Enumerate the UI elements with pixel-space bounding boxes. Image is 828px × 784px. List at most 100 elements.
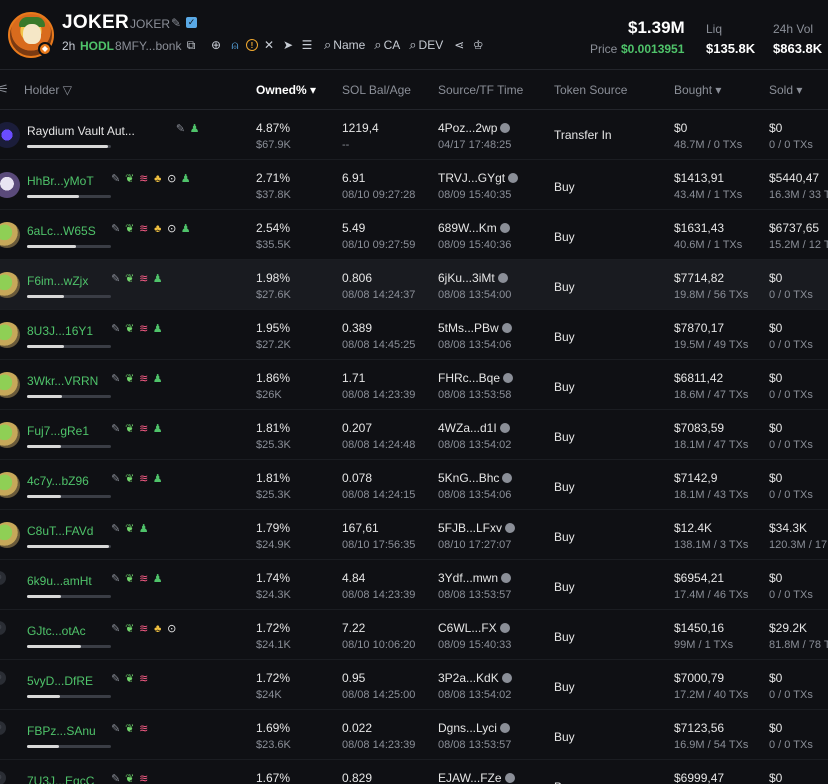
leaf-icon[interactable]: ❦ bbox=[124, 623, 135, 636]
funding-source[interactable]: 5tMs...PBw bbox=[438, 321, 512, 335]
edit-icon[interactable]: ✎ bbox=[171, 16, 181, 30]
edit-icon[interactable]: ✎ bbox=[175, 123, 186, 136]
holder-avatar[interactable] bbox=[0, 272, 20, 298]
funding-source-address[interactable]: 689W...Km bbox=[438, 221, 497, 235]
edit-icon[interactable]: ✎ bbox=[110, 473, 121, 486]
group-icon[interactable]: ♣ bbox=[152, 623, 163, 636]
copy-icon[interactable]: ⧉ bbox=[183, 37, 199, 53]
edit-icon[interactable]: ✎ bbox=[110, 573, 121, 586]
edit-icon[interactable]: ✎ bbox=[110, 373, 121, 386]
funding-source[interactable]: C6WL...FX bbox=[438, 621, 510, 635]
search-dev-button[interactable]: ⌕ DEV bbox=[409, 37, 443, 53]
col-sold[interactable]: Sold ▾ bbox=[769, 83, 802, 97]
person-icon[interactable]: ♟ bbox=[152, 473, 163, 486]
table-row[interactable]: 8U3J...16Y1 ✎ ❦ ≋ ♟ 1.95% $27.2K 0.389 08/08 14:… bbox=[0, 310, 828, 360]
stack-layers-icon[interactable]: ≋ bbox=[138, 723, 149, 736]
table-row[interactable]: ☺ 7U3J...EqcC ✎❦≋ 1.67% 0.829 EJAW...FZe Buy $6… bbox=[0, 760, 828, 784]
holder-address[interactable]: GJtc...otAc bbox=[27, 624, 86, 638]
stack-layers-icon[interactable]: ≋ bbox=[138, 223, 149, 236]
edit-icon[interactable]: ✎ bbox=[110, 773, 121, 784]
funding-source[interactable]: Dgns...Lyci bbox=[438, 721, 510, 735]
holder-address[interactable]: 8U3J...16Y1 bbox=[27, 324, 93, 338]
funding-source-address[interactable]: 5FJB...LFxv bbox=[438, 521, 502, 535]
person-icon[interactable]: ♟ bbox=[152, 323, 163, 336]
table-row[interactable]: ☺ GJtc...otAc ✎❦≋♣⊙ 1.72% $24.1K 7.22 08/10 10… bbox=[0, 610, 828, 660]
funding-source-address[interactable]: FHRc...Bqe bbox=[438, 371, 500, 385]
table-row[interactable]: C8uT...FAVd ✎ ❦ ♟ 1.79% $24.9K 167,61 08/10 17:… bbox=[0, 510, 828, 560]
funding-source[interactable]: 5FJB...LFxv bbox=[438, 521, 516, 535]
user-profile-icon[interactable]: ⍝ bbox=[227, 37, 243, 53]
person-icon[interactable]: ♟ bbox=[189, 123, 200, 136]
filter-icon[interactable]: ▽ bbox=[63, 83, 72, 97]
leaf-icon[interactable]: ❦ bbox=[124, 773, 135, 784]
leaf-icon[interactable]: ❦ bbox=[124, 223, 135, 236]
group-icon[interactable]: ♣ bbox=[152, 173, 163, 186]
leaf-icon[interactable]: ❦ bbox=[124, 723, 135, 736]
crown-icon[interactable]: ♔ bbox=[470, 37, 486, 53]
holder-address[interactable]: C8uT...FAVd bbox=[27, 524, 93, 538]
person-icon[interactable]: ♟ bbox=[180, 173, 191, 186]
stack-layers-icon[interactable]: ≋ bbox=[138, 773, 149, 784]
person-icon[interactable]: ♟ bbox=[180, 223, 191, 236]
table-row[interactable]: ☺ 5vyD...DfRE ✎❦≋ 1.72% $24K 0.95 08/08 14:25:… bbox=[0, 660, 828, 710]
target-icon[interactable]: ⊙ bbox=[166, 173, 177, 186]
holder-address[interactable]: 3Wkr...VRRN bbox=[27, 374, 98, 388]
funding-source-address[interactable]: 3Ydf...mwn bbox=[438, 571, 498, 585]
leaf-icon[interactable]: ❦ bbox=[124, 423, 135, 436]
table-row[interactable]: F6im...wZjx ✎ ❦ ≋ ♟ 1.98% $27.6K 0.806 08/08 14:… bbox=[0, 260, 828, 310]
person-icon[interactable]: ♟ bbox=[152, 273, 163, 286]
edit-icon[interactable]: ✎ bbox=[110, 723, 121, 736]
table-row[interactable]: Raydium Vault Aut... ✎ ♟ 4.87% $67.9K 1219,4 -… bbox=[0, 110, 828, 160]
stack-layers-icon[interactable]: ≋ bbox=[138, 673, 149, 686]
twitter-x-icon[interactable]: ✕ bbox=[261, 37, 277, 53]
col-owned[interactable]: Owned% ▾ bbox=[256, 83, 316, 97]
leaf-icon[interactable]: ❦ bbox=[124, 523, 135, 536]
person-icon[interactable]: ♟ bbox=[152, 373, 163, 386]
stack-layers-icon[interactable]: ≋ bbox=[138, 573, 149, 586]
search-name-button[interactable]: ⌕ Name bbox=[324, 37, 365, 53]
holder-address[interactable]: 5vyD...DfRE bbox=[27, 674, 93, 688]
funding-source-address[interactable]: C6WL...FX bbox=[438, 621, 497, 635]
funding-source-address[interactable]: 4Poz...2wp bbox=[438, 121, 497, 135]
funding-source-address[interactable]: TRVJ...GYgt bbox=[438, 171, 505, 185]
leaf-icon[interactable]: ❦ bbox=[124, 473, 135, 486]
warning-icon[interactable]: ! bbox=[246, 39, 258, 51]
holder-address[interactable]: 7U3J...EqcC bbox=[27, 774, 94, 784]
col-sol-bal[interactable]: SOL Bal/Age bbox=[342, 83, 411, 97]
funding-source[interactable]: 689W...Km bbox=[438, 221, 510, 235]
leaf-icon[interactable]: ❦ bbox=[124, 573, 135, 586]
funding-source-address[interactable]: 5KnG...Bhc bbox=[438, 471, 499, 485]
stack-layers-icon[interactable]: ≋ bbox=[138, 623, 149, 636]
menu-list-icon[interactable]: ☰ bbox=[299, 37, 315, 53]
verified-icon[interactable]: ✓ bbox=[186, 17, 197, 28]
edit-icon[interactable]: ✎ bbox=[110, 423, 121, 436]
holder-address[interactable]: 6aLc...W65S bbox=[27, 224, 96, 238]
funding-source[interactable]: 3Ydf...mwn bbox=[438, 571, 512, 585]
edit-icon[interactable]: ✎ bbox=[110, 523, 121, 536]
funding-source[interactable]: 3P2a...KdK bbox=[438, 671, 512, 685]
holder-avatar[interactable] bbox=[0, 422, 20, 448]
edit-icon[interactable]: ✎ bbox=[110, 673, 121, 686]
table-row[interactable]: 4c7y...bZ96 ✎ ❦ ≋ ♟ 1.81% $25.3K 0.078 08/08 14:… bbox=[0, 460, 828, 510]
funding-source-address[interactable]: 5tMs...PBw bbox=[438, 321, 499, 335]
holder-avatar[interactable]: ☺ bbox=[0, 621, 6, 635]
edit-icon[interactable]: ✎ bbox=[110, 323, 121, 336]
holder-avatar[interactable] bbox=[0, 122, 20, 148]
funding-source-address[interactable]: 6jKu...3iMt bbox=[438, 271, 495, 285]
table-row[interactable]: Fuj7...gRe1 ✎ ❦ ≋ ♟ 1.81% $25.3K 0.207 08/08 14:… bbox=[0, 410, 828, 460]
leaf-icon[interactable]: ❦ bbox=[124, 273, 135, 286]
funding-source[interactable]: 4WZa...d1I bbox=[438, 421, 510, 435]
contract-address[interactable]: 8MFY...bonk bbox=[115, 39, 181, 53]
col-bought[interactable]: Bought ▾ bbox=[674, 83, 721, 97]
target-icon[interactable]: ⊙ bbox=[166, 223, 177, 236]
holder-avatar[interactable] bbox=[0, 522, 20, 548]
col-token-source[interactable]: Token Source bbox=[554, 83, 627, 97]
table-row[interactable]: ☺ FBPz...SAnu ✎❦≋ 1.69% $23.6K 0.022 08/08 14:… bbox=[0, 710, 828, 760]
table-row[interactable]: HhBr...yMoT ✎ ❦ ≋ ♣ ⊙ ♟ 2.71% $37.8K 6.91 08/10 09… bbox=[0, 160, 828, 210]
stack-layers-icon[interactable]: ≋ bbox=[138, 473, 149, 486]
target-icon[interactable]: ⊙ bbox=[166, 623, 177, 636]
edit-icon[interactable]: ✎ bbox=[110, 223, 121, 236]
share-icon[interactable]: ⋖ bbox=[451, 37, 467, 53]
holder-avatar[interactable] bbox=[0, 372, 20, 398]
funding-source[interactable]: 6jKu...3iMt bbox=[438, 271, 508, 285]
